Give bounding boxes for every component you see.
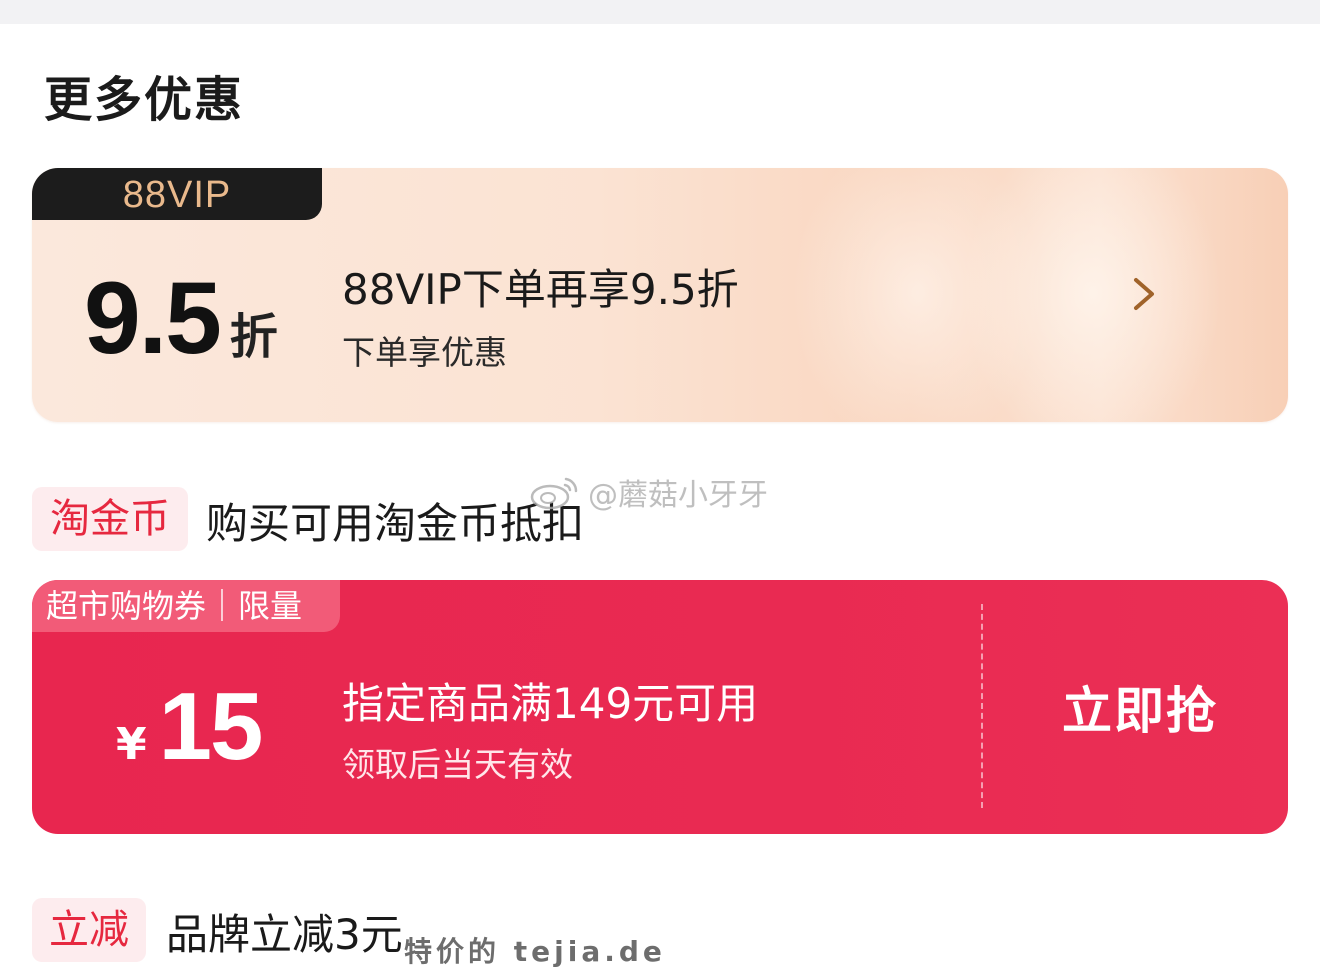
vip-discount-value: 9.5 折 (84, 260, 278, 377)
coupon-badge: 超市购物券｜限量 (32, 580, 340, 632)
coupon-currency: ¥ (116, 719, 147, 770)
vip-card-glow (962, 168, 1222, 422)
chevron-right-icon[interactable] (1124, 272, 1164, 316)
coupon-amount-number: 15 (158, 673, 264, 780)
vip-badge: 88VIP (32, 168, 322, 220)
section-title: 更多优惠 (44, 72, 245, 128)
vip-discount-number: 9.5 (84, 261, 222, 375)
coin-tag: 淘金币 (32, 487, 188, 551)
watermark: @蘑菇小牙牙 (528, 470, 768, 514)
reduce-offer-text: 品牌立减3元 (166, 910, 403, 959)
coupon-validity: 领取后当天有效 (342, 745, 573, 784)
coupon-condition: 指定商品满149元可用 (342, 679, 759, 728)
coupon-divider (981, 604, 983, 808)
grab-coupon-button[interactable]: 立即抢 (992, 580, 1288, 834)
vip-discount-unit: 折 (229, 309, 278, 365)
vip-offer-title: 88VIP下单再享9.5折 (342, 265, 739, 314)
coupon-amount: ¥ 15 (116, 672, 264, 782)
watermark-text: @蘑菇小牙牙 (588, 478, 768, 513)
top-strip (0, 0, 1320, 24)
weibo-icon (530, 477, 578, 510)
vip-discount-card[interactable]: 88VIP 9.5 折 88VIP下单再享9.5折 下单享优惠 (32, 168, 1288, 422)
reduce-tag: 立减 (32, 898, 146, 962)
supermarket-coupon-card[interactable]: 超市购物券｜限量 ¥ 15 指定商品满149元可用 领取后当天有效 立即抢 (32, 580, 1288, 834)
site-watermark: 特价的 tejia.de (404, 935, 666, 968)
vip-offer-subtitle: 下单享优惠 (342, 333, 507, 372)
